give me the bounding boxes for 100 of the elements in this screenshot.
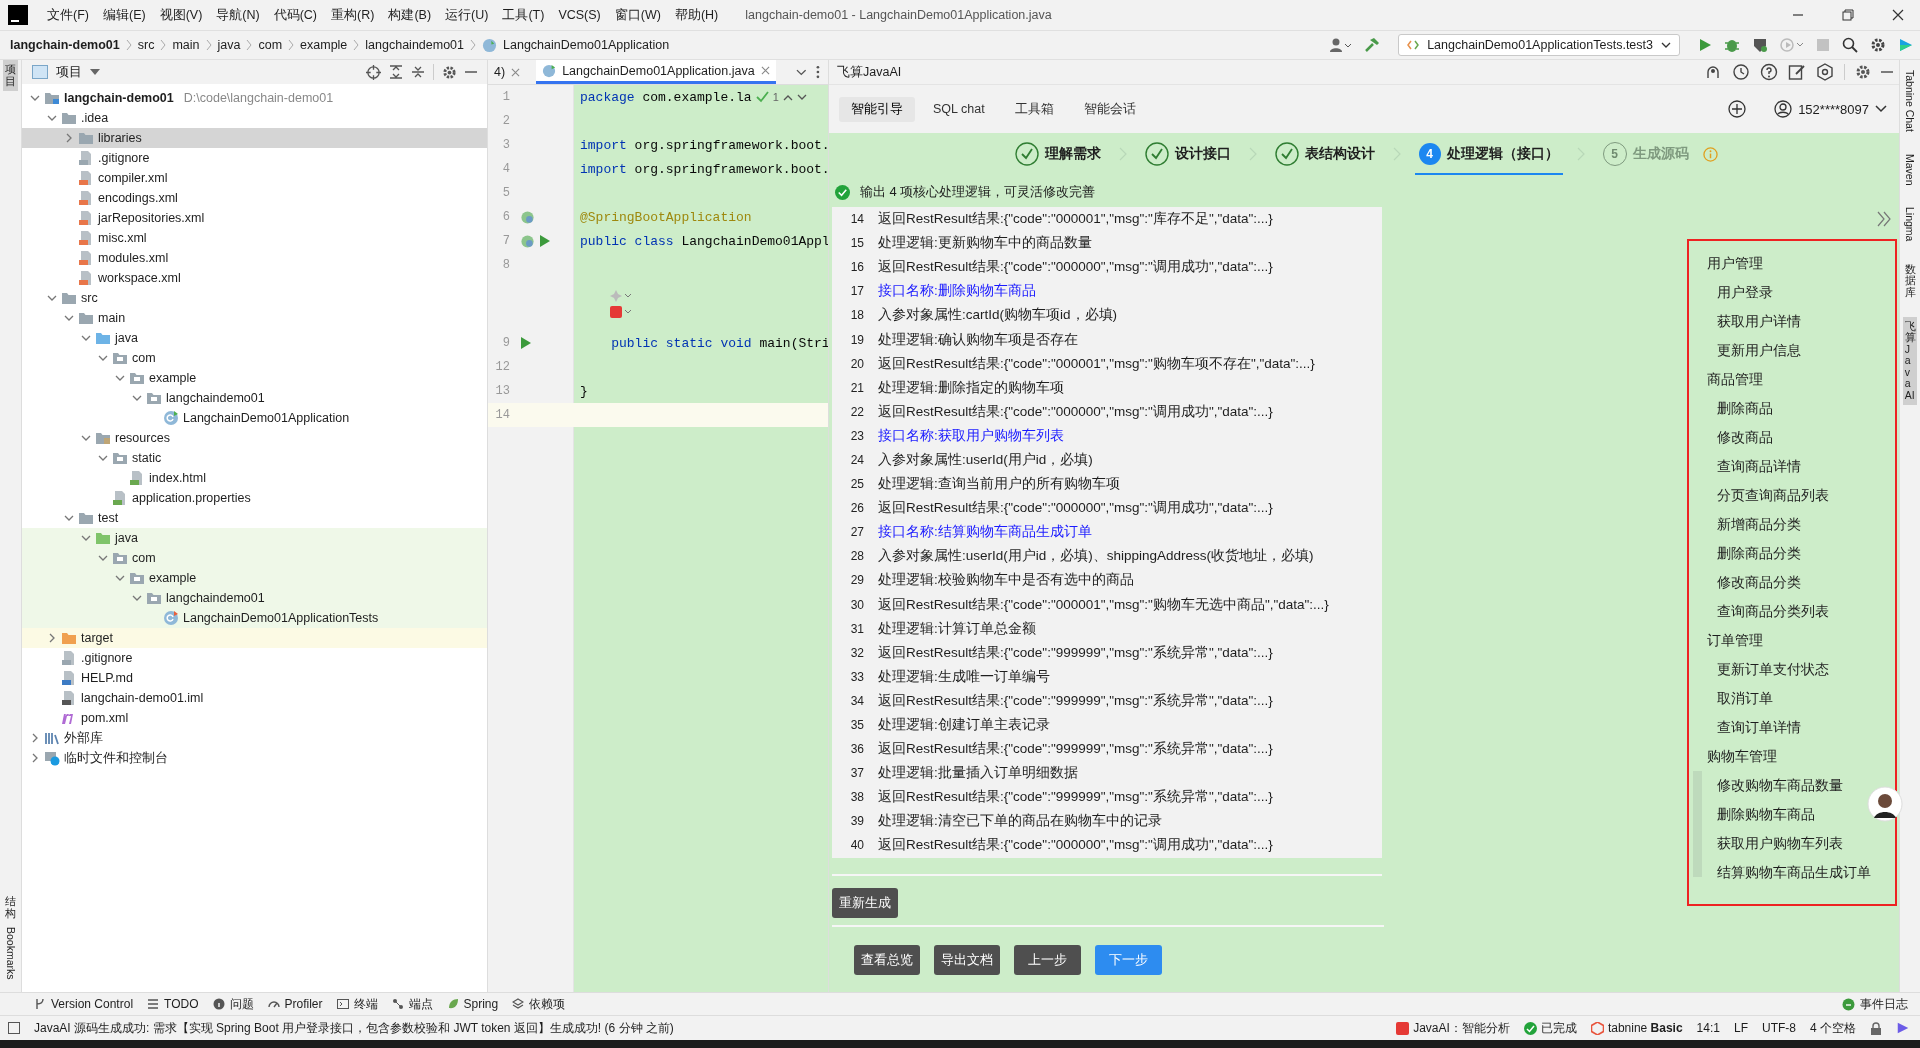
locate-icon[interactable] xyxy=(366,64,381,80)
arrow-up-icon[interactable] xyxy=(782,93,793,101)
status-item[interactable]: tabnine Basic xyxy=(1590,1021,1683,1035)
tool-window-button[interactable]: 端点 xyxy=(391,995,433,1013)
menu-item[interactable]: 窗口(W) xyxy=(607,6,668,24)
sparkle-icon[interactable] xyxy=(610,290,632,302)
tool-window-tab[interactable]: 结构 xyxy=(3,892,18,924)
tool-window-tab[interactable]: 项目 xyxy=(3,60,18,92)
tab[interactable]: SQL chat xyxy=(921,98,997,120)
chevron-icon[interactable] xyxy=(47,633,57,643)
tree-item[interactable]: .idea xyxy=(22,108,487,128)
outline-item[interactable]: 分页查询商品列表 xyxy=(1717,481,1829,510)
restore-icon[interactable] xyxy=(1842,9,1854,21)
tab[interactable]: 工具箱 xyxy=(1002,96,1066,122)
debug-icon[interactable] xyxy=(1724,37,1740,53)
menu-item[interactable]: 导航(N) xyxy=(209,6,267,24)
outline-item[interactable]: 修改商品分类 xyxy=(1717,568,1801,597)
settings-icon[interactable] xyxy=(442,64,457,80)
tree-item[interactable]: libraries xyxy=(22,128,487,148)
tree-item[interactable]: java xyxy=(22,328,487,348)
outline-item[interactable]: 获取用户购物车列表 xyxy=(1717,829,1843,858)
tree-item[interactable]: target xyxy=(22,628,487,648)
outline-item[interactable]: 用户登录 xyxy=(1717,278,1773,307)
editor-tab[interactable]: 4) xyxy=(488,60,527,84)
history-icon[interactable] xyxy=(1732,63,1750,81)
outline-item[interactable]: 删除商品 xyxy=(1717,394,1773,423)
status-item[interactable]: 已完成 xyxy=(1523,1019,1577,1037)
menu-item[interactable]: 代码(C) xyxy=(266,6,325,24)
edit-icon[interactable] xyxy=(1788,63,1806,81)
double-chevron-icon[interactable] xyxy=(1877,211,1891,227)
menu-item[interactable]: 重构(R) xyxy=(324,6,382,24)
collapse-all-icon[interactable] xyxy=(411,65,425,79)
tree-item[interactable]: test xyxy=(22,508,487,528)
expand-all-icon[interactable] xyxy=(389,65,403,79)
outline-item[interactable]: 查询商品详情 xyxy=(1717,452,1801,481)
tree-item[interactable]: misc.xml xyxy=(22,228,487,248)
search-icon[interactable] xyxy=(1842,37,1858,53)
tool-window-button[interactable]: 终端 xyxy=(336,995,378,1013)
breadcrumb[interactable]: langchaindemo01 xyxy=(365,38,465,52)
chevron-down-icon[interactable] xyxy=(795,68,807,76)
status-item[interactable]: JavaAI：智能分析 xyxy=(1396,1019,1510,1037)
menu-item[interactable]: 工具(T) xyxy=(495,6,552,24)
outline-item[interactable]: 更新用户信息 xyxy=(1717,336,1801,365)
breadcrumb[interactable]: langchain-demo01 xyxy=(10,38,120,52)
outline-item[interactable]: 取消订单 xyxy=(1717,684,1773,713)
tree-item[interactable]: example xyxy=(22,368,487,388)
tree-item[interactable]: 外部库 xyxy=(22,728,487,748)
status-message[interactable]: JavaAI 源码生成成功: 需求【实现 Spring Boot 用户登录接口，包含参数校验和 JWT token 返回】生成成功! (6 分钟 之前) xyxy=(34,1019,674,1037)
menu-item[interactable]: VCS(S) xyxy=(551,8,608,22)
run-icon[interactable] xyxy=(1698,38,1712,52)
tree-item[interactable]: com xyxy=(22,348,487,368)
settings-icon[interactable] xyxy=(1870,37,1886,53)
outline-group[interactable]: 订单管理 xyxy=(1707,626,1763,655)
step[interactable]: 理解需求 xyxy=(1010,133,1105,175)
tool-window-tab[interactable]: Maven xyxy=(1902,149,1918,190)
tree-item[interactable]: .gitignore xyxy=(22,148,487,168)
tool-window-tab[interactable]: 数据库 xyxy=(1902,259,1918,303)
step[interactable]: 设计接口 xyxy=(1140,133,1235,175)
tree-item[interactable]: encodings.xml xyxy=(22,188,487,208)
tree-item[interactable]: src xyxy=(22,288,487,308)
tool-window-button[interactable]: 事件日志 xyxy=(1842,995,1908,1013)
menu-item[interactable]: 运行(U) xyxy=(438,6,496,24)
tool-window-button[interactable]: 依赖项 xyxy=(512,995,566,1013)
action-button[interactable]: 上一步 xyxy=(1014,944,1081,975)
run-icon[interactable] xyxy=(520,337,532,349)
tool-window-tab[interactable]: Tabnine Chat xyxy=(1902,66,1918,136)
tab[interactable]: 智能会话 xyxy=(1071,96,1148,122)
outline-item[interactable]: 更新订单支付状态 xyxy=(1717,655,1829,684)
tree-item[interactable]: static xyxy=(22,448,487,468)
inspection-count[interactable]: 1 xyxy=(772,91,779,103)
run-icon[interactable] xyxy=(539,235,551,247)
tree-item[interactable]: LangchainDemo01Application xyxy=(22,408,487,428)
outline-group[interactable]: 用户管理 xyxy=(1707,249,1763,278)
outline-group[interactable]: 商品管理 xyxy=(1707,365,1763,394)
tool-window-button[interactable]: Version Control xyxy=(34,997,134,1011)
status-item[interactable]: 4 个空格 xyxy=(1810,1019,1856,1037)
tree-item[interactable]: langchain-demo01 D:\code\langchain-demo01 xyxy=(22,88,487,108)
breadcrumb[interactable]: com xyxy=(258,38,283,52)
tree-item[interactable]: compiler.xml xyxy=(22,168,487,188)
tree-item[interactable]: HELP.md xyxy=(22,668,487,688)
arrow-down-icon[interactable] xyxy=(796,93,807,101)
action-button[interactable]: 导出文档 xyxy=(934,944,1000,975)
tree-item[interactable]: com xyxy=(22,548,487,568)
tool-window-tab[interactable]: 飞算JavaAI xyxy=(1902,316,1918,406)
tree-item[interactable]: index.html xyxy=(22,468,487,488)
regenerate-button[interactable]: 重新生成 xyxy=(832,887,898,918)
lock-icon[interactable] xyxy=(1870,1021,1882,1035)
tree-item[interactable]: resources xyxy=(22,428,487,448)
tree-item[interactable]: modules.xml xyxy=(22,248,487,268)
bean-icon[interactable] xyxy=(520,209,535,225)
hexagon-icon[interactable] xyxy=(1816,63,1834,81)
outline-item[interactable]: 删除购物车商品 xyxy=(1717,800,1815,829)
breadcrumb[interactable]: LangchainDemo01Application xyxy=(503,38,670,52)
tree-item[interactable]: example xyxy=(22,568,487,588)
menu-item[interactable]: 编辑(E) xyxy=(95,6,153,24)
outline-group[interactable]: 购物车管理 xyxy=(1707,742,1777,771)
tree-item[interactable]: .gitignore xyxy=(22,648,487,668)
add-icon[interactable] xyxy=(1728,100,1747,118)
panel-title[interactable]: 项目 xyxy=(56,63,82,81)
tree-item[interactable]: pom.xml xyxy=(22,708,487,728)
